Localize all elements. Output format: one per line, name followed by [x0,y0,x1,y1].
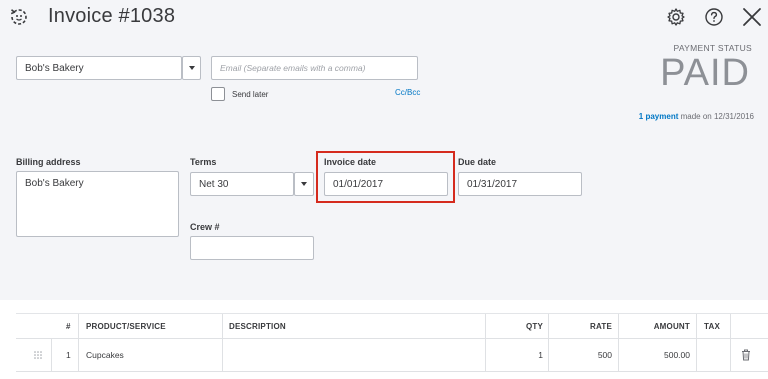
col-header-tax: TAX [704,321,721,331]
help-icon[interactable] [702,5,726,29]
table-row[interactable]: 1 Cupcakes 1 500 500.00 [16,339,768,372]
col-header-product: PRODUCT/SERVICE [86,321,166,331]
cc-bcc-link[interactable]: Cc/Bcc [395,88,420,97]
row-qty[interactable]: 1 [491,339,543,371]
col-header-num: # [66,321,71,331]
table-header-row: # PRODUCT/SERVICE DESCRIPTION QTY RATE A… [16,313,768,339]
row-rate[interactable]: 500 [556,339,612,371]
col-header-qty: QTY [525,321,543,331]
terms-dropdown-button[interactable] [294,172,314,196]
payment-status-value: PAID [660,52,750,94]
email-placeholder: Email (Separate emails with a comma) [220,63,366,73]
crew-input[interactable] [190,236,314,260]
col-header-rate: RATE [590,321,612,331]
billing-address-label: Billing address [16,157,81,167]
highlight-box [316,151,455,203]
customer-value: Bob's Bakery [25,62,84,74]
billing-address-value: Bob's Bakery [25,178,84,189]
payment-info: 1 payment made on 12/31/2016 [639,112,754,121]
invoice-header-panel [0,0,768,300]
crew-label: Crew # [190,222,220,232]
row-amount: 500.00 [664,350,690,360]
row-num: 1 [66,350,71,360]
page-title: Invoice #1038 [48,5,176,27]
col-header-amount: AMOUNT [653,321,690,331]
chevron-down-icon [188,66,195,70]
due-date-label: Due date [458,157,497,167]
customer-dropdown-button[interactable] [182,56,201,80]
send-later-checkbox[interactable] [211,87,225,101]
terms-select[interactable]: Net 30 [190,172,294,196]
due-date-value: 01/31/2017 [467,178,518,190]
terms-value: Net 30 [199,178,229,190]
payment-info-text: made on 12/31/2016 [678,112,754,121]
drag-handle-icon[interactable] [34,339,42,371]
customer-select[interactable]: Bob's Bakery [16,56,182,80]
close-icon[interactable] [740,5,764,29]
email-input[interactable]: Email (Separate emails with a comma) [211,56,418,80]
billing-address-field[interactable]: Bob's Bakery [16,171,179,237]
row-product[interactable]: Cupcakes [86,339,124,371]
chevron-down-icon [301,182,307,186]
terms-label: Terms [190,157,217,167]
send-later-label: Send later [232,90,269,99]
col-header-description: DESCRIPTION [229,321,286,331]
trash-icon[interactable] [741,339,751,371]
gear-icon[interactable] [664,5,688,29]
payment-link[interactable]: 1 payment [639,112,679,121]
history-icon[interactable] [8,6,30,28]
due-date-input[interactable]: 01/31/2017 [458,172,582,196]
